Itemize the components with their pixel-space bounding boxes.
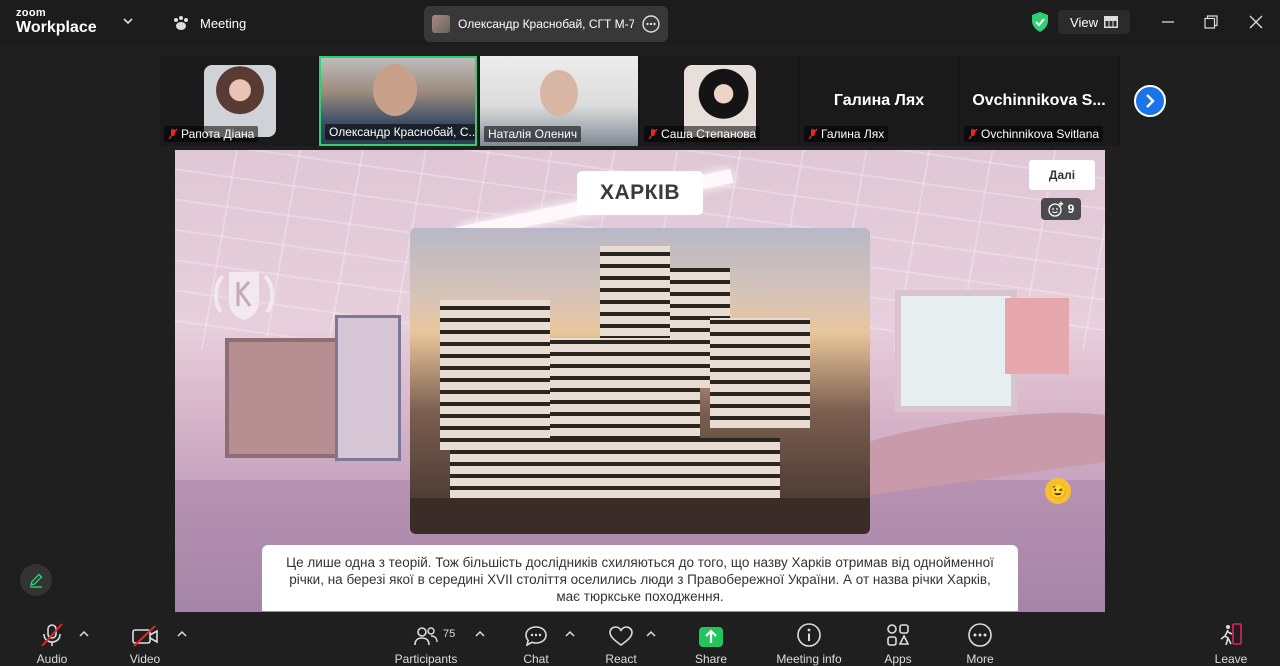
video-button[interactable]: Video: [100, 616, 190, 666]
next-page-button[interactable]: [1134, 85, 1166, 117]
reaction-counter[interactable]: 9: [1041, 198, 1081, 220]
participant-tile[interactable]: Галина Лях Галина Лях: [800, 56, 958, 146]
leave-icon: [1220, 623, 1242, 646]
grid-view-icon: [1103, 16, 1118, 28]
chat-icon: [525, 626, 547, 647]
minimize-button[interactable]: [1158, 12, 1178, 32]
classroom-board: [225, 338, 343, 458]
speaker-tab-title: Олександр Краснобай, СГТ М-72: [458, 17, 634, 31]
view-label: View: [1070, 14, 1098, 30]
more-button[interactable]: More: [935, 616, 1025, 666]
chat-button[interactable]: Chat: [491, 616, 581, 666]
meeting-toolbar: Audio Video Participants 75 Chat React S…: [0, 616, 1280, 666]
meeting-label: Meeting: [200, 15, 247, 31]
chevron-up-icon[interactable]: [78, 628, 90, 640]
title-bar: zoom Workplace Meeting Олександр Красноб…: [0, 0, 1280, 46]
participants-button[interactable]: Participants: [381, 616, 471, 666]
mic-muted-icon: [41, 623, 63, 647]
close-button[interactable]: [1246, 12, 1266, 32]
leave-button[interactable]: Leave: [1186, 616, 1276, 666]
meeting-tab[interactable]: Meeting: [172, 15, 246, 31]
participant-tile[interactable]: Ovchinnikova S... Ovchinnikova Svitlana: [960, 56, 1118, 146]
ground: [410, 498, 870, 534]
school-crest-logo: [214, 272, 274, 320]
more-icon: [968, 623, 992, 647]
participant-face: [540, 70, 578, 116]
info-icon: [797, 623, 821, 647]
minimize-icon: [1162, 21, 1174, 23]
mic-muted-icon: [648, 128, 658, 140]
slide-caption: Це лише одна з теорій. Тож більшість дос…: [262, 545, 1018, 611]
participant-display-name: Галина Лях: [833, 92, 925, 109]
participant-label: Олександр Краснобай, С...: [325, 124, 475, 140]
meeting-info-button[interactable]: Meeting info: [764, 616, 854, 666]
share-button[interactable]: Share: [666, 616, 756, 666]
classroom-screen: [335, 315, 401, 461]
mic-muted-icon: [968, 128, 978, 140]
avatar: [432, 15, 450, 33]
view-button[interactable]: View: [1058, 10, 1130, 34]
video-off-icon: [132, 625, 158, 647]
kharkiv-building-photo: [410, 228, 870, 534]
participant-strip: Рапота Діана Олександр Краснобай, С... Н…: [160, 56, 1120, 146]
chevron-up-icon[interactable]: [645, 628, 657, 640]
building-base: [450, 438, 780, 498]
building-wing: [710, 318, 810, 428]
add-reaction-icon: [1048, 201, 1063, 217]
speaker-tab[interactable]: Олександр Краснобай, СГТ М-72: [424, 6, 668, 42]
next-slide-button[interactable]: Далі: [1029, 160, 1095, 190]
participant-tile[interactable]: Рапота Діана: [160, 56, 318, 146]
chevron-up-icon[interactable]: [176, 628, 188, 640]
participants-icon: [414, 627, 438, 646]
annotate-button[interactable]: [20, 564, 52, 596]
chevron-right-icon: [1146, 94, 1155, 108]
chevron-up-icon[interactable]: [474, 628, 486, 640]
participant-tile[interactable]: Наталія Оленич: [480, 56, 638, 146]
building-wing: [550, 338, 700, 448]
participants-count: 75: [443, 628, 456, 640]
pencil-icon: [29, 573, 43, 588]
classroom-window: [895, 290, 1017, 412]
participant-label: Наталія Оленич: [484, 126, 582, 142]
restore-icon: [1204, 15, 1218, 29]
brand-bottom: Workplace: [16, 19, 97, 36]
security-shield-icon[interactable]: [1030, 11, 1050, 33]
participant-tile[interactable]: Саша Степанова: [640, 56, 798, 146]
wink-emoji-icon: 😉: [1045, 478, 1071, 504]
participant-face: [373, 64, 417, 116]
share-screen-icon: [699, 627, 723, 647]
close-icon: [1249, 15, 1263, 29]
participant-label: Саша Степанова: [644, 126, 761, 142]
participant-label: Галина Лях: [804, 126, 889, 142]
apps-icon: [887, 624, 910, 646]
heart-icon: [609, 626, 633, 646]
restore-button[interactable]: [1201, 12, 1221, 32]
chevron-down-icon[interactable]: [122, 15, 134, 27]
mic-muted-icon: [168, 128, 178, 140]
zoom-workplace-logo[interactable]: zoom Workplace: [16, 8, 97, 36]
shared-screen: 😉 ХАРКІВ Далі 9 Це лише одна з теорій. Т…: [175, 150, 1105, 612]
participant-tile-active-speaker[interactable]: Олександр Краснобай, С...: [319, 56, 477, 146]
building-wing: [440, 300, 550, 450]
apps-button[interactable]: Apps: [853, 616, 943, 666]
paw-icon: [174, 16, 188, 30]
chevron-up-icon[interactable]: [564, 628, 576, 640]
classroom-poster: [1005, 298, 1069, 374]
brand-top: zoom: [16, 7, 46, 19]
audio-button[interactable]: Audio: [7, 616, 97, 666]
more-options-icon[interactable]: [642, 15, 660, 33]
participant-display-name: Ovchinnikova S...: [972, 92, 1106, 109]
reaction-count: 9: [1067, 202, 1075, 216]
participant-label: Рапота Діана: [164, 126, 259, 142]
mic-muted-icon: [808, 128, 818, 140]
react-button[interactable]: React: [576, 616, 666, 666]
slide-title: ХАРКІВ: [577, 171, 703, 215]
participant-label: Ovchinnikova Svitlana: [964, 126, 1104, 142]
